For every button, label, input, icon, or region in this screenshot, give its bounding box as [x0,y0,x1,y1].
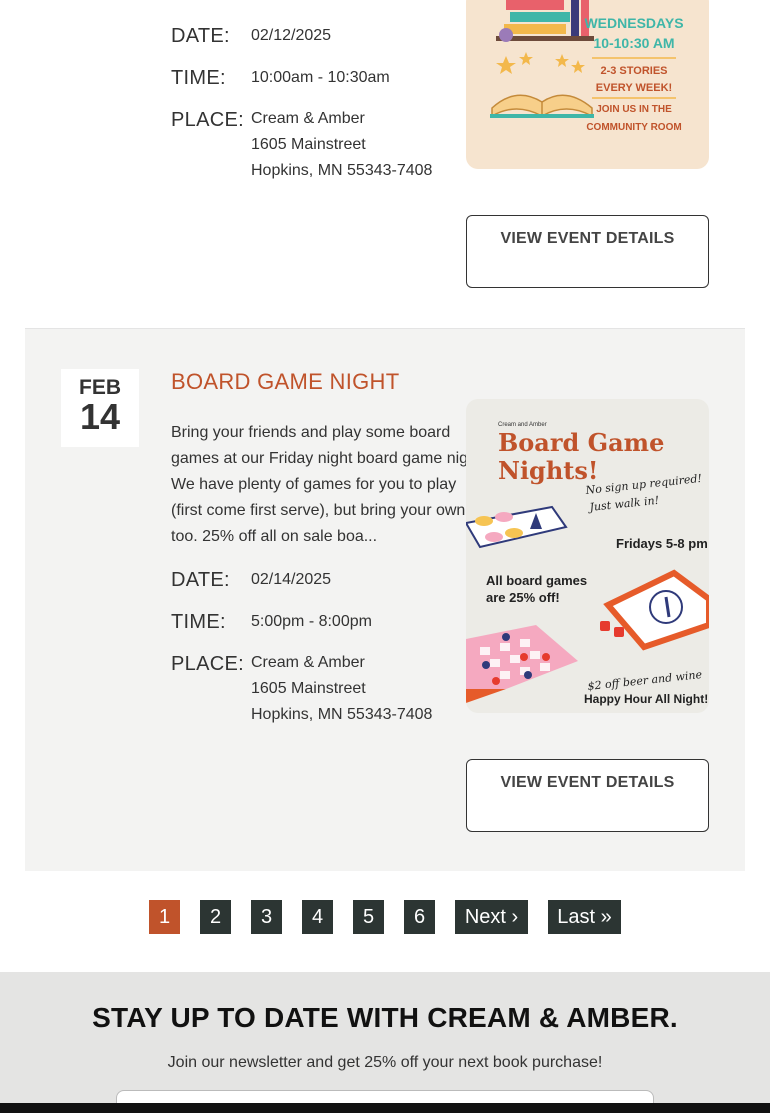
poster-title-line2: Nights! [498,456,598,485]
date-value: 02/14/2025 [251,571,332,588]
time-value: 10:00am - 10:30am [251,69,390,86]
place-name: Cream & Amber [251,654,365,671]
time-label: TIME: [171,611,226,633]
date-value: 02/12/2025 [251,27,332,44]
date-label: DATE: [171,25,230,47]
page-6-link[interactable]: 6 [404,900,435,934]
place-label: PLACE: [171,109,244,131]
place-street: 1605 Mainstreet [251,680,366,697]
poster-sale-line1: All board games [486,573,587,588]
newsletter-title: STAY UP TO DATE WITH CREAM & AMBER. [92,1002,678,1033]
poster-sale-line2: are 25% off! [486,590,560,605]
date-label: DATE: [171,569,230,591]
poster-weekly-text: EVERY WEEK! [596,82,672,94]
dice-icon [614,627,624,637]
event-day: 14 [79,396,121,437]
page-5-link[interactable]: 5 [353,900,384,934]
time-label: TIME: [171,67,226,89]
board-game-poster-art: Cream and Amber Board Game Nights! No si… [466,399,709,713]
event-date-badge: FEB 14 [61,369,139,447]
footer-bar [0,1103,770,1113]
poster-happy-hour: Happy Hour All Night! [584,692,708,706]
place-street: 1605 Mainstreet [251,136,366,153]
poster-day-text: WEDNESDAYS [584,15,683,31]
view-event-details-button[interactable]: VIEW EVENT DETAILS [466,759,709,832]
place-name: Cream & Amber [251,110,365,127]
page-2-link[interactable]: 2 [200,900,231,934]
view-event-details-button[interactable]: VIEW EVENT DETAILS [466,215,709,288]
poster-time-text: 10-10:30 AM [593,35,674,51]
time-value: 5:00pm - 8:00pm [251,613,372,630]
pagination: 1 2 3 4 5 6 Next › Last » [0,900,770,934]
poster-stories-text: 2-3 STORIES [600,65,667,77]
newsletter-subtitle: Join our newsletter and get 25% off your… [167,1054,603,1071]
page-1-link[interactable]: 1 [149,900,180,934]
poster-title-line1: Board Game [498,428,664,457]
storytime-poster-image[interactable]: WEDNESDAYS 10-10:30 AM 2-3 STORIES EVERY… [466,0,709,169]
flower-icon [499,28,513,42]
place-city: Hopkins, MN 55343-7408 [251,706,433,723]
place-city: Hopkins, MN 55343-7408 [251,162,433,179]
storytime-poster-art: WEDNESDAYS 10-10:30 AM 2-3 STORIES EVERY… [466,0,709,169]
poster-room-text: COMMUNITY ROOM [586,122,681,133]
place-label: PLACE: [171,653,244,675]
poster-join-text: JOIN US IN THE [596,104,672,115]
last-page-link[interactable]: Last » [548,900,621,934]
dice-icon [600,621,610,631]
page-3-link[interactable]: 3 [251,900,282,934]
event-card-board-game-night: FEB 14 BOARD GAME NIGHT Bring your frien… [25,328,745,871]
event-card-storytime: DATE: 02/12/2025 TIME: 10:00am - 10:30am… [25,0,745,328]
event-title-link[interactable]: BOARD GAME NIGHT [171,369,399,395]
poster-hours-text: Fridays 5-8 pm [616,536,708,551]
board-game-poster-image[interactable]: Cream and Amber Board Game Nights! No si… [466,399,709,713]
event-description: Bring your friends and play some board g… [171,424,466,545]
page-4-link[interactable]: 4 [302,900,333,934]
newsletter-section: STAY UP TO DATE WITH CREAM & AMBER. Join… [0,972,770,1113]
next-page-link[interactable]: Next › [455,900,528,934]
